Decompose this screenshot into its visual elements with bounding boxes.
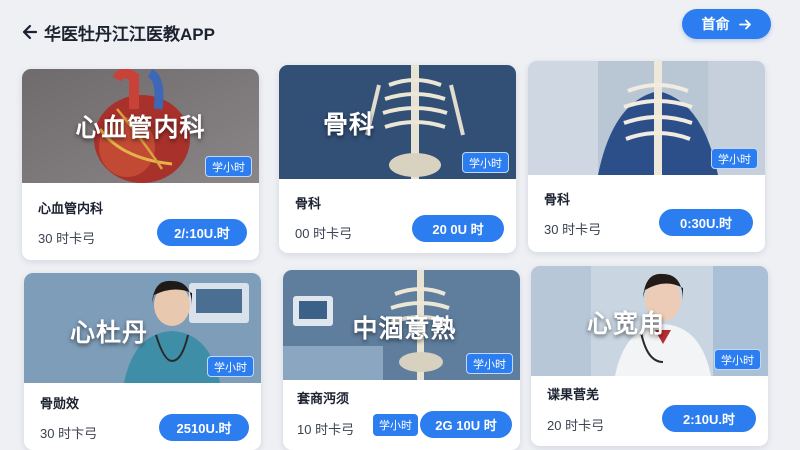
course-card-2[interactable]: 骨科 学小时 骨科 00 时卡弓 20 0U 时	[279, 65, 516, 253]
course-name: 套商沔须	[297, 391, 350, 406]
study-button[interactable]: 2:10U.时	[662, 405, 756, 432]
study-button[interactable]: 2/:10U.时	[157, 219, 247, 246]
arrow-left-icon[interactable]	[20, 23, 38, 41]
course-name: 骨科	[295, 196, 322, 211]
study-button[interactable]: 0:30U.时	[659, 209, 753, 236]
study-hours-badge: 学小时	[205, 156, 252, 177]
study-button[interactable]: 20 0U 时	[412, 215, 504, 242]
course-name: 骨勋效	[40, 396, 80, 411]
course-image-nurse: 心杜丹 学小时	[24, 273, 261, 383]
study-hours-badge: 学小时	[714, 349, 761, 370]
course-image-heart: 心血管内科 学小时	[22, 69, 259, 183]
study-button[interactable]: 2510U.时	[159, 414, 249, 441]
course-card-5[interactable]: 中涸意熟 学小时 套商沔须 10 时卡弓 学小时 2G 10U 时	[283, 270, 520, 450]
course-name: 心血管内科	[38, 201, 104, 216]
study-hours-badge: 学小时	[207, 356, 254, 377]
study-hours-badge: 学小时	[462, 152, 509, 173]
home-button[interactable]: 首俞	[682, 9, 771, 39]
top-bar: 华医牡丹江江医教APP 首俞	[0, 0, 800, 58]
course-image-skeleton-doctor: 学小时	[528, 61, 765, 175]
study-hours-badge-secondary: 学小时	[373, 414, 418, 436]
course-duration: 30 时卡弓	[544, 222, 602, 237]
course-card-4[interactable]: 心杜丹 学小时 骨勋效 30 时卞弓 2510U.时	[24, 273, 261, 450]
arrow-right-icon	[738, 19, 751, 29]
course-card-6[interactable]: 心宽甪 学小时 谍果菅羌 20 时卡弓 2:10U.时	[531, 266, 768, 446]
course-image-lab-skeleton: 中涸意熟 学小时	[283, 270, 520, 380]
course-duration: 30 时卞弓	[40, 426, 98, 441]
study-hours-badge: 学小时	[711, 148, 758, 169]
course-duration: 00 时卡弓	[295, 226, 353, 241]
course-name: 谍果菅羌	[547, 387, 600, 402]
course-duration: 10 时卡弓	[297, 422, 355, 437]
course-card-3[interactable]: 学小时 骨科 30 时卡弓 0:30U.时	[528, 61, 765, 252]
course-duration: 30 时卡弓	[38, 231, 96, 246]
course-name: 骨科	[544, 192, 571, 207]
study-button[interactable]: 2G 10U 时	[420, 411, 512, 438]
app-title: 华医牡丹江江医教APP	[44, 25, 215, 44]
home-button-label: 首俞	[701, 16, 730, 32]
course-card-1[interactable]: 心血管内科 学小时 心血管内科 30 时卡弓 2/:10U.时	[22, 69, 259, 260]
course-duration: 20 时卡弓	[547, 418, 605, 433]
course-image-skeleton: 骨科 学小时	[279, 65, 516, 179]
study-hours-badge: 学小时	[466, 353, 513, 374]
course-image-doctor: 心宽甪 学小时	[531, 266, 768, 376]
